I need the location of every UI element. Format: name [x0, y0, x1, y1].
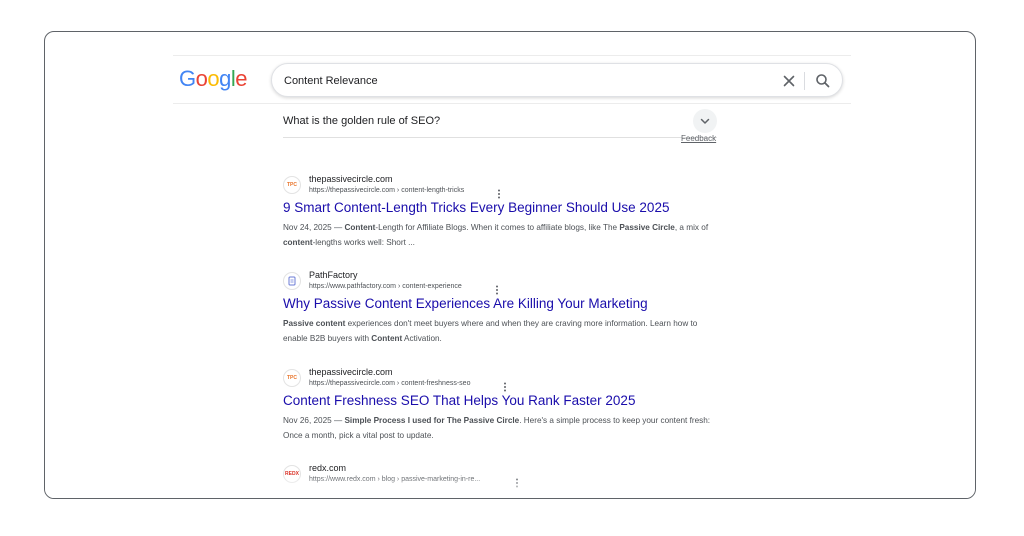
feedback-link[interactable]: Feedback — [681, 134, 716, 143]
more-options-icon[interactable] — [493, 282, 501, 295]
site-url[interactable]: https://thepassivecircle.com › content-l… — [309, 187, 464, 194]
site-url[interactable]: https://www.pathfactory.com › content-ex… — [309, 283, 462, 290]
site-name[interactable]: PathFactory — [309, 270, 358, 280]
top-divider — [173, 55, 851, 56]
site-name[interactable]: thepassivecircle.com — [309, 367, 393, 377]
result-title-link[interactable]: Content Freshness SEO That Helps You Ran… — [283, 393, 635, 408]
result-snippet: Nov 26, 2025 — Simple Process I used for… — [283, 416, 711, 440]
site-favicon[interactable]: TPC — [283, 369, 301, 387]
logo-letter: e — [235, 66, 248, 91]
search-divider — [804, 72, 805, 90]
more-options-icon[interactable] — [495, 186, 503, 199]
site-name[interactable]: redx.com — [309, 463, 346, 473]
search-icon[interactable] — [813, 71, 833, 91]
more-options-icon[interactable] — [501, 379, 509, 392]
chevron-down-icon[interactable] — [693, 109, 717, 133]
header-divider — [173, 103, 851, 104]
site-name[interactable]: thepassivecircle.com — [309, 174, 393, 184]
result-title-link[interactable]: 9 Smart Content-Length Tricks Every Begi… — [283, 200, 669, 215]
site-favicon[interactable]: TPC — [283, 176, 301, 194]
site-url[interactable]: https://thepassivecircle.com › content-f… — [309, 380, 470, 387]
google-logo[interactable]: Google — [179, 66, 248, 92]
logo-letter: o — [207, 66, 220, 91]
logo-letter: g — [219, 66, 231, 91]
search-input[interactable] — [284, 72, 754, 90]
paa-question: What is the golden rule of SEO? — [283, 115, 441, 127]
site-favicon[interactable] — [283, 272, 301, 290]
people-also-ask-item[interactable]: What is the golden rule of SEO? — [283, 106, 717, 138]
logo-letter: o — [195, 66, 208, 91]
bottom-fade — [45, 474, 975, 498]
search-bar[interactable] — [271, 63, 843, 97]
browser-frame: Google What is the golden rule of SEO? F… — [44, 31, 976, 499]
result-snippet: Nov 24, 2025 — Content-Length for Affili… — [283, 223, 709, 247]
result-title-link[interactable]: Why Passive Content Experiences Are Kill… — [283, 296, 648, 311]
result-snippet: Passive content experiences don't meet b… — [283, 319, 698, 343]
logo-letter: G — [179, 66, 196, 91]
close-icon[interactable] — [780, 72, 798, 90]
